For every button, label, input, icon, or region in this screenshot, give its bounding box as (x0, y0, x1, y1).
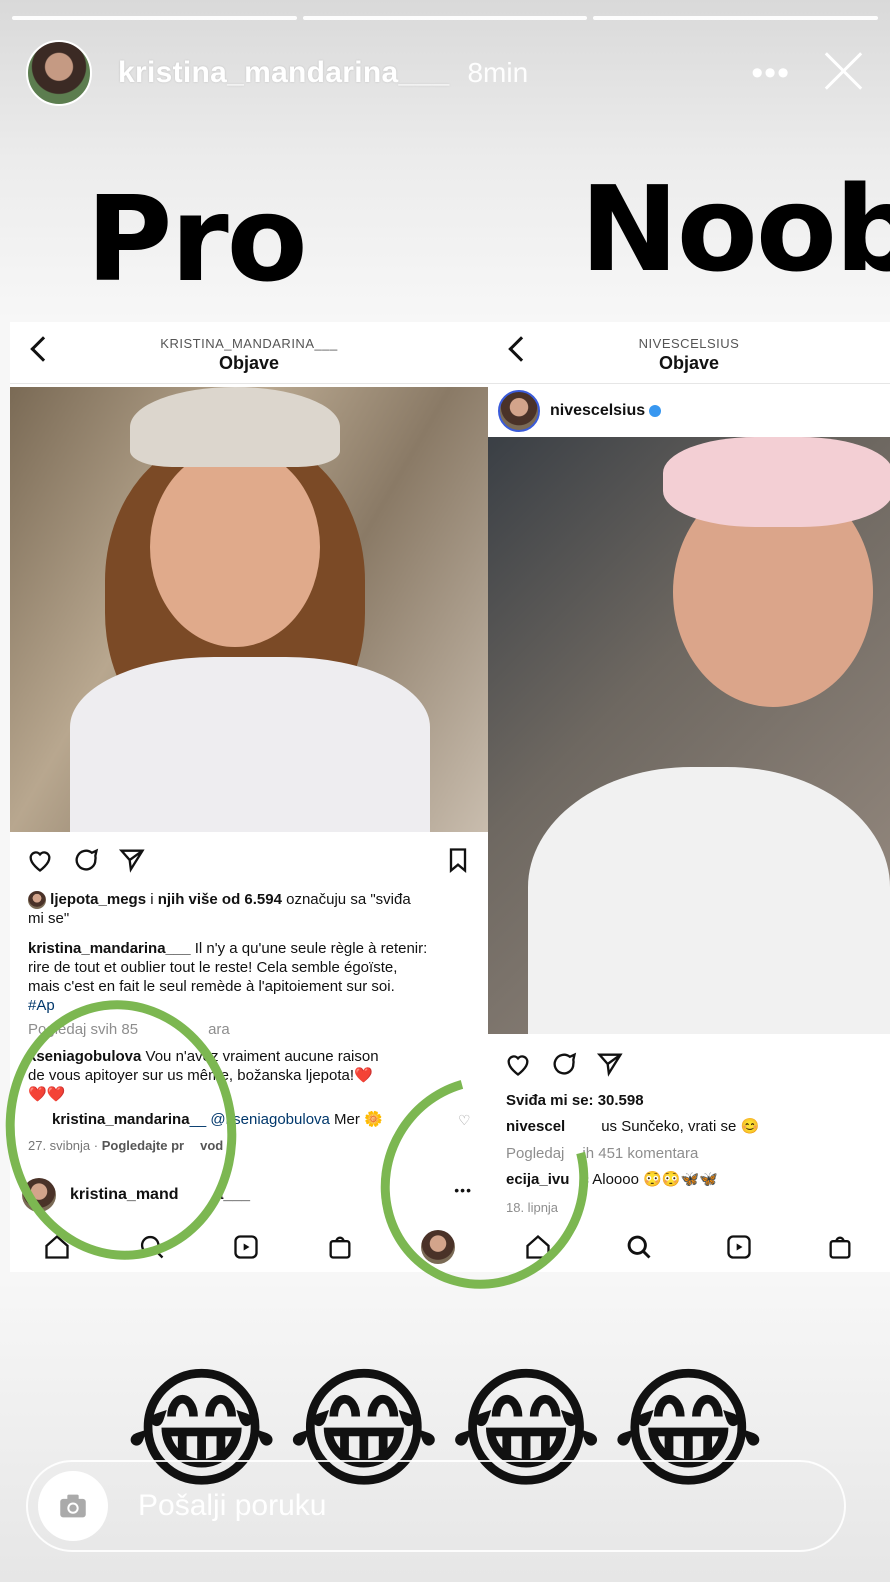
progress-bar (593, 16, 879, 20)
heart-icon[interactable] (504, 1050, 532, 1078)
story-progress-bars (12, 16, 879, 20)
photo-top (528, 767, 890, 1034)
more-options-icon[interactable]: ••• (751, 54, 790, 93)
likes-line: ljepota_megs i njih više od 6.594 označu… (28, 890, 478, 928)
likes-avatar (28, 891, 46, 910)
verified-icon (649, 405, 662, 417)
view-comments-tail: ih 451 komentara (582, 1145, 699, 1162)
comment-icon[interactable] (72, 846, 100, 874)
right-post-screenshot: NIVESCELSIUS Objave nivescelsius Sviđa m… (488, 322, 890, 1222)
post-actions (26, 846, 146, 874)
reels-icon[interactable] (232, 1233, 260, 1261)
right-post-nav: NIVESCELSIUS Objave (488, 322, 890, 384)
caption-user[interactable]: kristina_mandarina___ (28, 940, 191, 957)
progress-bar (302, 16, 588, 20)
story-username[interactable]: kristina_mandarina___ (118, 56, 449, 90)
story-time: 8min (467, 57, 529, 88)
reply-placeholder[interactable]: Pošalji poruku (138, 1489, 326, 1523)
story-header: kristina_mandarina___ 8min ••• (26, 40, 864, 106)
reply-text: Mer (329, 1111, 360, 1128)
nav-title: Objave (658, 353, 720, 373)
reels-icon[interactable] (725, 1233, 753, 1261)
search-icon[interactable] (625, 1233, 653, 1261)
story-avatar[interactable] (26, 40, 92, 106)
nav-subtitle: NIVESCELSIUS (638, 336, 740, 351)
share-icon[interactable] (118, 846, 146, 874)
likes-text: mi se" (28, 910, 70, 928)
shop-icon[interactable] (326, 1233, 354, 1261)
post-actions (504, 1050, 624, 1078)
post-photo[interactable] (488, 437, 890, 1034)
bookmark-icon[interactable] (444, 846, 472, 874)
label-noob: Noob (580, 160, 890, 298)
caption-text: Sunčeko, vrati se 😊 (617, 1118, 760, 1135)
post-header: nivescelsius (498, 386, 662, 436)
heart-icon[interactable] (26, 846, 54, 874)
reply-emoji: 🌼 (364, 1111, 383, 1128)
share-icon[interactable] (596, 1050, 624, 1078)
comment-icon[interactable] (550, 1050, 578, 1078)
nav-title: Objave (218, 353, 280, 373)
caption-text: Il n'y a qu'une seule règle à retenir: (190, 940, 428, 957)
likes-count[interactable]: njih više od 6.594 (158, 891, 282, 908)
likes-text: i (146, 891, 158, 908)
hashtag[interactable]: #Ap (28, 997, 55, 1014)
photo-face (150, 447, 320, 647)
comment-text: c Aloooo 😳😳🦋🦋 (581, 1171, 718, 1188)
likes-text: označuju sa "sviđa (281, 891, 411, 908)
caption-text: rire de tout et oublier tout le reste! C… (28, 959, 398, 976)
view-comments-tail: ara (208, 1021, 230, 1038)
caption-text: mais c'est en fait le seul remède à l'ap… (28, 978, 395, 995)
story-viewer: kristina_mandarina___ 8min ••• Pro Noob … (0, 0, 890, 1582)
camera-icon[interactable] (38, 1471, 108, 1541)
shop-icon[interactable] (826, 1233, 854, 1261)
left-post-nav: KRISTINA_MANDARINA___ Objave (10, 322, 488, 384)
label-pro: Pro (86, 170, 308, 308)
close-icon[interactable] (822, 50, 864, 92)
photo-top (70, 657, 430, 832)
post-username[interactable]: nivescelsius (550, 402, 645, 420)
caption-user-tail: us (601, 1118, 618, 1135)
post-photo[interactable] (10, 387, 488, 832)
nav-subtitle: KRISTINA_MANDARINA___ (160, 336, 338, 351)
progress-bar (12, 16, 297, 20)
photo-cap (130, 387, 340, 467)
reply-composer[interactable]: Pošalji poruku (26, 1460, 846, 1552)
photo-hat (663, 437, 890, 527)
post-avatar[interactable] (498, 390, 540, 432)
likes-user[interactable]: ljepota_megs (50, 891, 146, 908)
